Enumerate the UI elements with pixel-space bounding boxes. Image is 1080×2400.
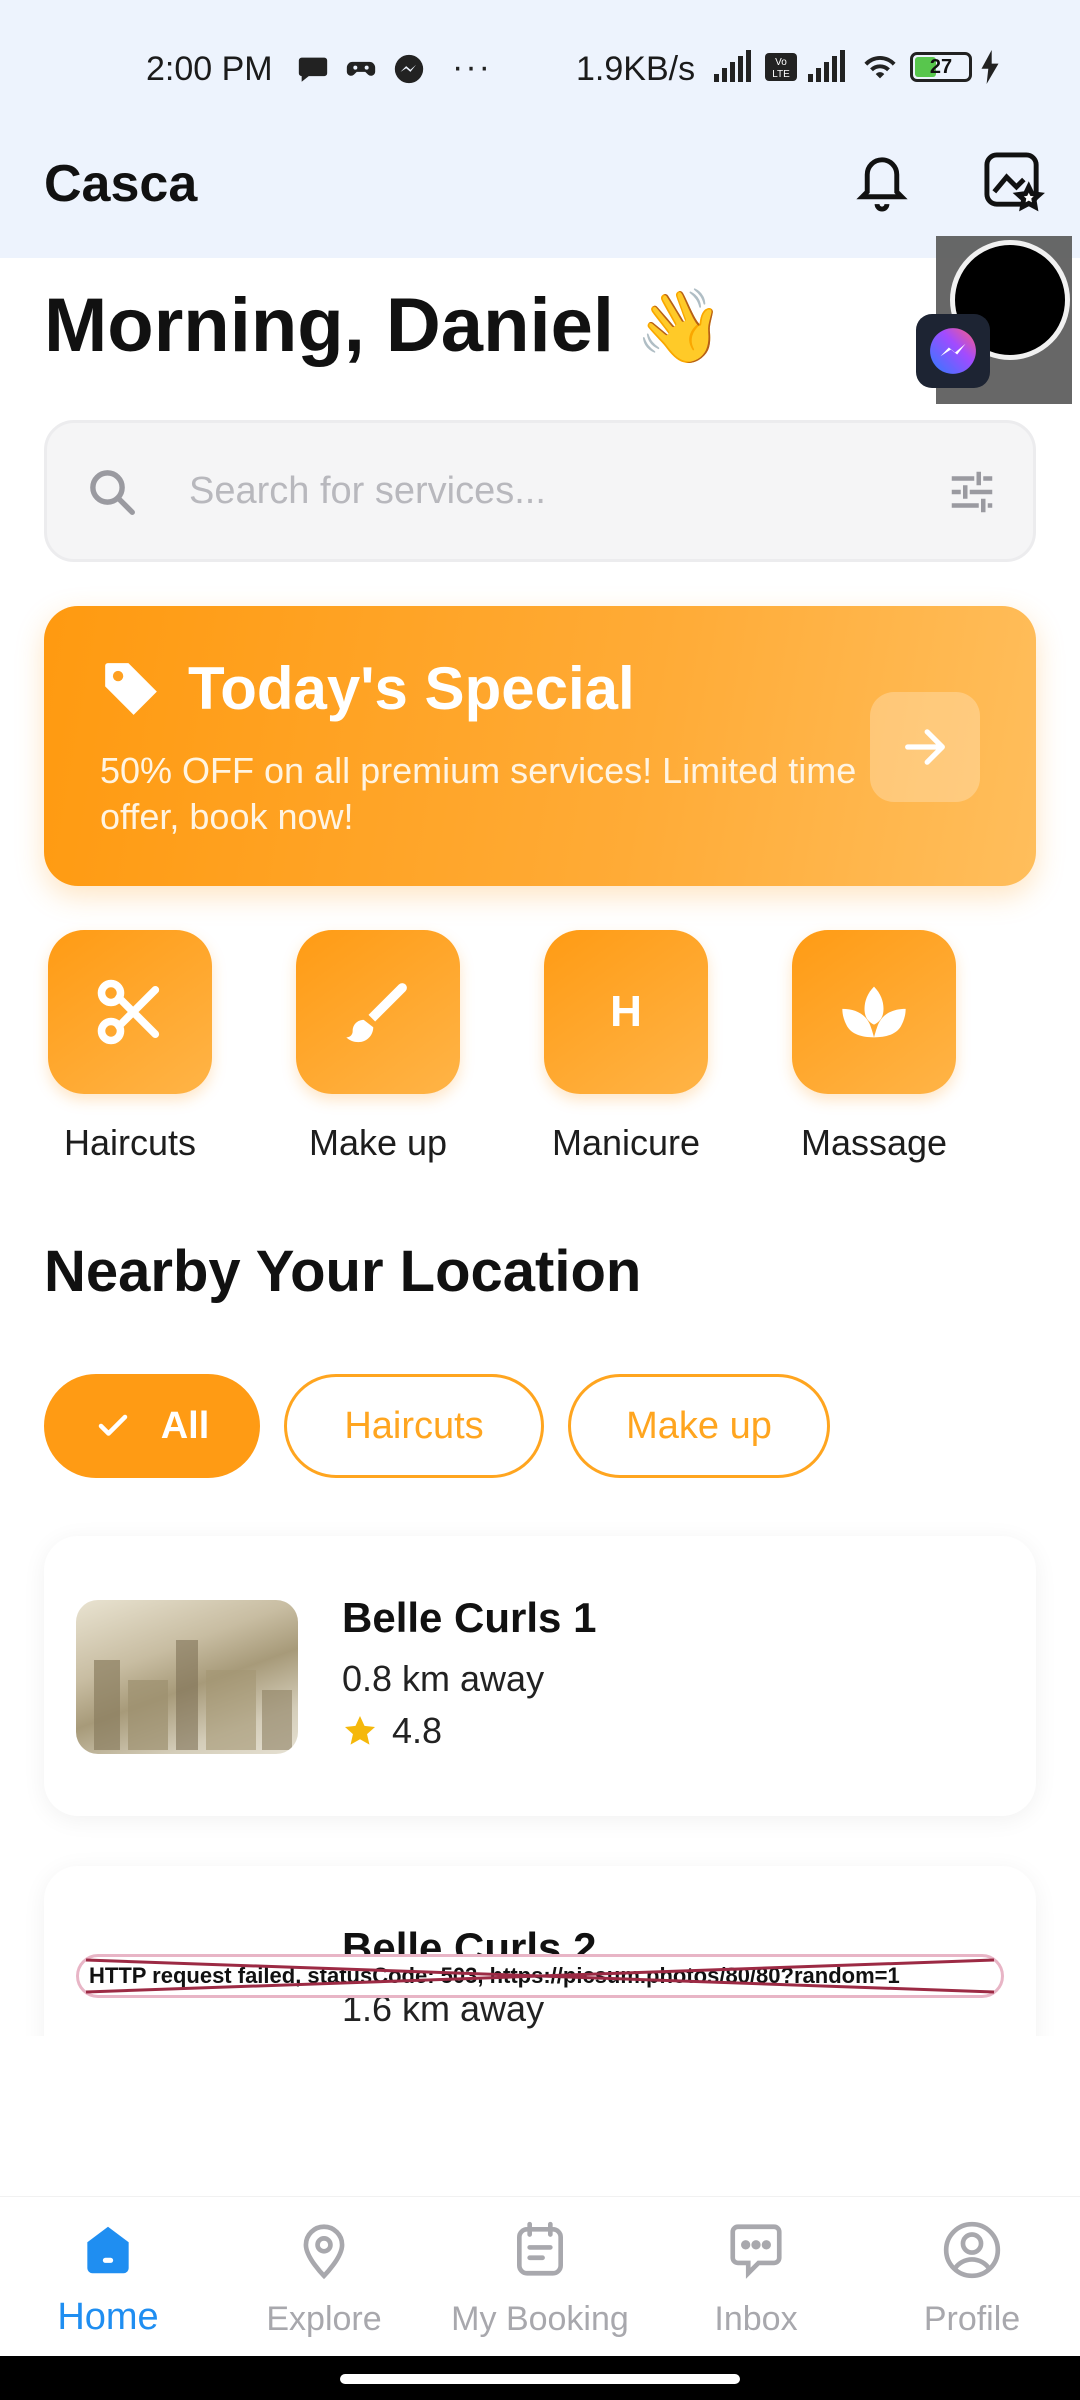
special-arrow-button[interactable] [870, 692, 980, 802]
image-star-icon [984, 152, 1045, 212]
star-icon [345, 1716, 375, 1745]
nav-inbox[interactable]: Inbox [648, 2219, 864, 2339]
chip-makeup[interactable]: Make up [568, 1374, 830, 1478]
salon-name: Belle Curls 1 [342, 1594, 597, 1641]
system-status-icons: Vo LTE 27 [712, 50, 1000, 84]
nav-label: Profile [923, 2300, 1021, 2338]
search-icon [90, 470, 135, 515]
chip-haircuts[interactable]: Haircuts [284, 1374, 544, 1478]
nav-label: Explore [266, 2300, 382, 2338]
status-time: 2:00 PM [146, 50, 273, 88]
category-label: Make up [308, 1122, 448, 1163]
salon-card[interactable]: Belle Curls 2 1.6 km away HTTP request f… [44, 1866, 1036, 2036]
greeting: Morning, Daniel 👋 [44, 282, 725, 369]
category-tile[interactable] [792, 930, 956, 1094]
messenger-icon [394, 54, 424, 84]
category-tile[interactable]: H [544, 930, 708, 1094]
category-label: Massage [800, 1122, 948, 1163]
tag-icon [105, 663, 157, 715]
app-title: Casca [44, 155, 198, 213]
signal-icon [714, 50, 751, 82]
signal-icon-2 [808, 50, 845, 82]
volte-icon: VoLTE [765, 53, 797, 81]
charging-icon [981, 50, 999, 84]
arrow-right-icon [905, 729, 945, 765]
profile-icon [943, 2221, 1001, 2279]
notification-icons [296, 52, 426, 86]
more-notifications: ··· [452, 48, 492, 86]
check-icon [98, 1414, 127, 1436]
category-manicure[interactable]: H Manicure [526, 930, 726, 1164]
home-icon [87, 2226, 129, 2274]
category-massage[interactable]: Massage [774, 930, 974, 1164]
salon-distance: 0.8 km away [342, 1658, 545, 1699]
battery-level: 27 [929, 56, 953, 78]
wave-emoji: 👋 [635, 287, 725, 367]
nav-my-booking[interactable]: My Booking [432, 2219, 648, 2339]
salon-card[interactable]: Belle Curls 1 0.8 km away 4.8 [44, 1536, 1036, 1816]
category-tile[interactable] [296, 930, 460, 1094]
network-speed: 1.9KB/s [576, 50, 696, 88]
image-error-cross [85, 1958, 995, 1994]
bell-icon [856, 157, 908, 212]
nav-home[interactable]: Home [0, 2219, 216, 2339]
search-input[interactable] [189, 423, 829, 559]
manicure-h-icon: H [610, 987, 642, 1036]
nearby-title: Nearby Your Location [44, 1239, 642, 1304]
special-description: 50% OFF on all premium services! Limited… [100, 750, 857, 837]
chip-all[interactable]: All [44, 1374, 260, 1478]
floating-messenger-badge[interactable] [916, 314, 990, 388]
svg-text:LTE: LTE [772, 69, 790, 80]
svg-text:Vo: Vo [775, 57, 787, 68]
home-gesture-handle[interactable] [340, 2374, 740, 2384]
nav-label: My Booking [451, 2300, 629, 2338]
special-title: Today's Special [188, 655, 635, 722]
category-tile[interactable] [48, 930, 212, 1094]
salon-card-2-viewport: Belle Curls 2 1.6 km away HTTP request f… [0, 1850, 1080, 2036]
category-makeup[interactable]: Make up [278, 930, 478, 1164]
chip-label: Haircuts [344, 1404, 484, 1447]
notifications-button[interactable] [852, 150, 912, 214]
nav-label: Home [57, 2296, 159, 2338]
wifi-icon [864, 55, 896, 79]
gallery-button[interactable] [982, 150, 1046, 214]
game-controller-icon [346, 61, 376, 76]
greeting-text: Morning, Daniel [44, 283, 614, 368]
chat-icon [730, 2224, 782, 2279]
salon-image [76, 1600, 298, 1754]
scissors-icon [97, 979, 160, 1045]
calendar-icon [517, 2221, 563, 2276]
battery-icon: 27 [910, 52, 972, 82]
nav-profile[interactable]: Profile [864, 2219, 1080, 2339]
system-gesture-bar [0, 2356, 1080, 2400]
bottom-navigation: Home Explore My Booking Inbox Profile [0, 2196, 1080, 2356]
category-label: Haircuts [63, 1122, 197, 1163]
chip-label: All [160, 1404, 210, 1447]
nav-explore[interactable]: Explore [216, 2219, 432, 2339]
filter-sliders-icon[interactable] [945, 465, 999, 519]
location-pin-icon [303, 2224, 345, 2280]
brush-icon [346, 983, 407, 1043]
status-bar: 2:00 PM ··· 1.9KB/s Vo LTE 27 [0, 0, 1080, 140]
nav-label: Inbox [714, 2300, 798, 2338]
special-offer-banner[interactable]: Today's Special 50% OFF on all premium s… [44, 606, 1036, 886]
chat-bubble-icon [298, 57, 328, 82]
spa-icon [842, 986, 906, 1038]
app-bar: Casca [0, 140, 1080, 258]
salon-rating: 4.8 [342, 1710, 442, 1752]
messenger-icon [930, 328, 976, 374]
service-categories: Haircuts Make up H Manicure Massage [44, 930, 1036, 1170]
chip-label: Make up [626, 1404, 772, 1447]
search-bar[interactable] [44, 420, 1036, 562]
rating-value: 4.8 [392, 1710, 443, 1751]
category-label: Manicure [551, 1122, 701, 1163]
category-haircuts[interactable]: Haircuts [30, 930, 230, 1164]
